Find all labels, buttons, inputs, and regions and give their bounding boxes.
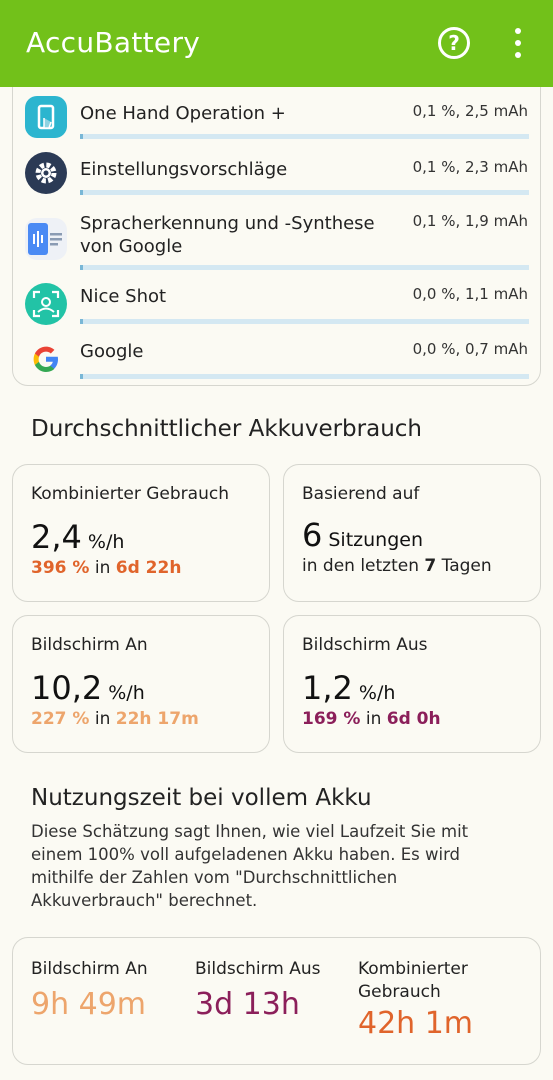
based-on-card[interactable]: Basierend auf 6 Sitzungen in den letzten … xyxy=(283,464,541,602)
app-usage-bar-fill xyxy=(80,190,83,195)
help-circle-icon[interactable]: ? xyxy=(438,27,470,59)
app-name: One Hand Operation + xyxy=(80,103,286,124)
app-usage-value: 0,0 %, 0,7 mAh xyxy=(412,340,528,358)
stat-label: Bildschirm Aus xyxy=(302,635,428,655)
stat-sub: 169 % in 6d 0h xyxy=(302,709,441,729)
app-title: AccuBattery xyxy=(26,26,201,59)
screen-on-card[interactable]: Bildschirm An 10,2 %/h 227 % in 22h 17m xyxy=(12,615,270,753)
app-usage-bar xyxy=(80,134,529,139)
app-usage-value: 0,1 %, 2,5 mAh xyxy=(412,102,528,120)
stat-value: 6 Sitzungen xyxy=(302,516,423,554)
stat-label: Kombinierter Gebrauch xyxy=(31,484,229,504)
app-usage-bar xyxy=(80,190,529,195)
section-title-average: Durchschnittlicher Akkuverbrauch xyxy=(31,416,422,442)
app-usage-bar xyxy=(80,265,529,270)
estimate-combined: Kombinierter Gebrauch 42h 1m xyxy=(358,959,474,1041)
stat-sub: 227 % in 22h 17m xyxy=(31,709,199,729)
combined-usage-card[interactable]: Kombinierter Gebrauch 2,4 %/h 396 % in 6d… xyxy=(12,464,270,602)
stat-sub: 396 % in 6d 22h xyxy=(31,558,182,578)
app-name: Spracherkennung und -Synthese von Google xyxy=(80,213,375,257)
app-name: Nice Shot xyxy=(80,286,167,307)
stat-sub: in den letzten 7 Tagen xyxy=(302,556,492,576)
google-icon xyxy=(25,338,67,380)
stat-value: 2,4 %/h xyxy=(31,518,125,556)
more-vert-icon[interactable] xyxy=(508,28,528,58)
app-usage-bar-fill xyxy=(80,319,83,324)
app-usage-value: 0,0 %, 1,1 mAh xyxy=(412,285,528,303)
app-usage-bar-fill xyxy=(80,134,83,139)
stat-value: 10,2 %/h xyxy=(31,669,145,707)
section-title-full-battery: Nutzungszeit bei vollem Akku xyxy=(31,785,372,811)
app-name: Einstellungsvorschläge xyxy=(80,159,288,180)
one-hand-operation-icon xyxy=(25,96,67,138)
app-name: Google xyxy=(80,341,144,362)
stat-value: 1,2 %/h xyxy=(302,669,396,707)
app-usage-bar-fill xyxy=(80,374,83,379)
full-battery-estimate-card[interactable]: Bildschirm An 9h 49m Bildschirm Aus 3d 1… xyxy=(12,937,541,1065)
app-usage-bar-fill xyxy=(80,265,83,270)
app-usage-bar xyxy=(80,374,529,379)
app-usage-bar xyxy=(80,319,529,324)
estimate-screen-on: Bildschirm An 9h 49m xyxy=(31,959,148,1022)
section-description: Diese Schätzung sagt Ihnen, wie viel Lau… xyxy=(31,822,469,910)
estimate-screen-off: Bildschirm Aus 3d 13h xyxy=(195,959,321,1022)
stat-label: Basierend auf xyxy=(302,484,420,504)
settings-suggestions-icon xyxy=(25,152,67,194)
nice-shot-icon xyxy=(25,283,67,325)
stat-label: Bildschirm An xyxy=(31,635,148,655)
app-usage-value: 0,1 %, 1,9 mAh xyxy=(412,212,528,230)
app-bar: AccuBattery ? xyxy=(0,0,553,87)
speech-services-icon xyxy=(25,218,67,260)
screen-off-card[interactable]: Bildschirm Aus 1,2 %/h 169 % in 6d 0h xyxy=(283,615,541,753)
app-usage-value: 0,1 %, 2,3 mAh xyxy=(412,158,528,176)
